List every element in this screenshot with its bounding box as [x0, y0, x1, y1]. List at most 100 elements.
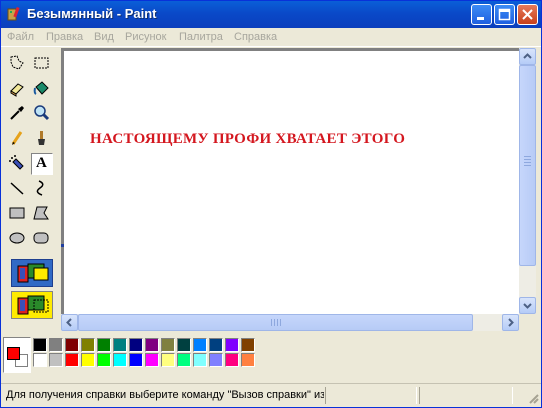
menu-divider — [1, 46, 541, 47]
tool-ellipse[interactable] — [7, 228, 29, 250]
scroll-left-button[interactable] — [61, 314, 78, 331]
color-swatch[interactable] — [241, 338, 255, 352]
text-background-transparent-option[interactable] — [11, 291, 53, 319]
tool-pick-color[interactable] — [7, 103, 29, 125]
scroll-corner — [519, 314, 536, 331]
status-pane-size — [419, 387, 513, 404]
color-swatch[interactable] — [177, 338, 191, 352]
color-swatch[interactable] — [113, 353, 127, 367]
magnifier-icon — [34, 105, 50, 121]
color-picker-icon — [10, 106, 24, 120]
minimize-button[interactable] — [471, 4, 492, 25]
color-swatch[interactable] — [49, 338, 63, 352]
tool-polygon[interactable] — [31, 203, 53, 225]
transparent-background-icon — [12, 292, 52, 318]
color-swatch[interactable] — [161, 353, 175, 367]
menu-help[interactable]: Справка — [234, 31, 277, 43]
window-title: Безымянный - Paint — [27, 6, 157, 21]
brush-icon — [38, 131, 45, 145]
color-swatch[interactable] — [97, 353, 111, 367]
polygon-icon — [33, 206, 49, 220]
color-swatch[interactable] — [65, 353, 79, 367]
airbrush-icon — [9, 155, 24, 170]
text-icon: A — [36, 155, 47, 171]
color-swatch[interactable] — [209, 353, 223, 367]
pencil-icon — [11, 131, 23, 145]
tool-free-form-select[interactable] — [7, 53, 29, 75]
tool-magnifier[interactable] — [31, 103, 53, 125]
maximize-icon — [498, 8, 511, 21]
status-text: Для получения справки выберите команду "… — [6, 389, 324, 401]
tool-rounded-rectangle[interactable] — [31, 228, 53, 250]
tool-eraser[interactable] — [7, 78, 29, 100]
color-swatch[interactable] — [193, 338, 207, 352]
chevron-right-icon — [508, 318, 514, 327]
title-bar[interactable]: Безымянный - Paint — [1, 1, 541, 28]
color-swatch[interactable] — [113, 338, 127, 352]
status-bar: Для получения справки выберите команду "… — [1, 383, 541, 407]
menu-file[interactable]: Файл — [7, 31, 34, 43]
menu-image[interactable]: Рисунок — [125, 31, 167, 43]
color-swatch[interactable] — [33, 353, 47, 367]
color-swatch[interactable] — [225, 353, 239, 367]
current-colors[interactable] — [3, 337, 31, 373]
close-button[interactable] — [517, 4, 538, 25]
color-swatch[interactable] — [241, 353, 255, 367]
tool-line[interactable] — [7, 178, 29, 200]
tool-select[interactable] — [31, 53, 53, 75]
tool-rectangle[interactable] — [7, 203, 29, 225]
curve-icon — [36, 180, 44, 196]
resize-handle[interactable] — [61, 244, 64, 247]
menu-bar: Файл Правка Вид Рисунок Палитра Справка — [1, 28, 541, 47]
canvas-area: НАСТОЯЩЕМУ ПРОФИ ХВАТАЕТ ЭТОГО — [61, 48, 522, 314]
color-palette — [1, 333, 541, 381]
paint-window: Безымянный - Paint Файл Правка Вид Рисун… — [0, 0, 542, 408]
tool-brush[interactable] — [31, 128, 53, 150]
vertical-scroll-thumb[interactable] — [519, 65, 536, 266]
tool-fill[interactable] — [31, 78, 53, 100]
maximize-button[interactable] — [494, 4, 515, 25]
paint-app-icon — [7, 6, 20, 21]
color-swatch[interactable] — [161, 338, 175, 352]
vertical-scrollbar[interactable] — [519, 48, 536, 314]
color-swatch[interactable] — [49, 353, 63, 367]
rectangle-icon — [9, 207, 25, 219]
chevron-up-icon — [523, 53, 532, 59]
tool-pencil[interactable] — [7, 128, 29, 150]
foreground-color[interactable] — [7, 347, 20, 360]
resize-grip-icon[interactable] — [527, 392, 539, 404]
color-swatch[interactable] — [81, 338, 95, 352]
color-swatch[interactable] — [33, 338, 47, 352]
color-swatch[interactable] — [129, 338, 143, 352]
toolbox: A — [3, 49, 61, 324]
color-swatch[interactable] — [209, 338, 223, 352]
menu-edit[interactable]: Правка — [46, 31, 83, 43]
color-swatch[interactable] — [177, 353, 191, 367]
scroll-up-button[interactable] — [519, 48, 536, 65]
chevron-left-icon — [66, 318, 72, 327]
eraser-icon — [10, 83, 24, 97]
menu-palette[interactable]: Палитра — [179, 31, 223, 43]
close-icon — [522, 9, 533, 20]
color-swatch[interactable] — [145, 353, 159, 367]
menu-view[interactable]: Вид — [94, 31, 114, 43]
color-swatch[interactable] — [145, 338, 159, 352]
scroll-right-button[interactable] — [502, 314, 519, 331]
ellipse-icon — [9, 232, 25, 244]
drawing-canvas[interactable]: НАСТОЯЩЕМУ ПРОФИ ХВАТАЕТ ЭТОГО — [64, 51, 519, 314]
color-swatch[interactable] — [193, 353, 207, 367]
horizontal-scroll-thumb[interactable] — [78, 314, 473, 331]
color-swatch[interactable] — [97, 338, 111, 352]
free-form-select-icon — [10, 55, 24, 70]
minimize-icon — [477, 17, 484, 20]
tool-text[interactable]: A — [31, 153, 53, 175]
scroll-down-button[interactable] — [519, 297, 536, 314]
color-swatch[interactable] — [65, 338, 79, 352]
color-swatch[interactable] — [81, 353, 95, 367]
text-background-opaque-option[interactable] — [11, 259, 53, 287]
color-swatch[interactable] — [129, 353, 143, 367]
tool-airbrush[interactable] — [7, 153, 29, 175]
horizontal-scrollbar[interactable] — [61, 314, 519, 331]
color-swatch[interactable] — [225, 338, 239, 352]
tool-curve[interactable] — [31, 178, 53, 200]
